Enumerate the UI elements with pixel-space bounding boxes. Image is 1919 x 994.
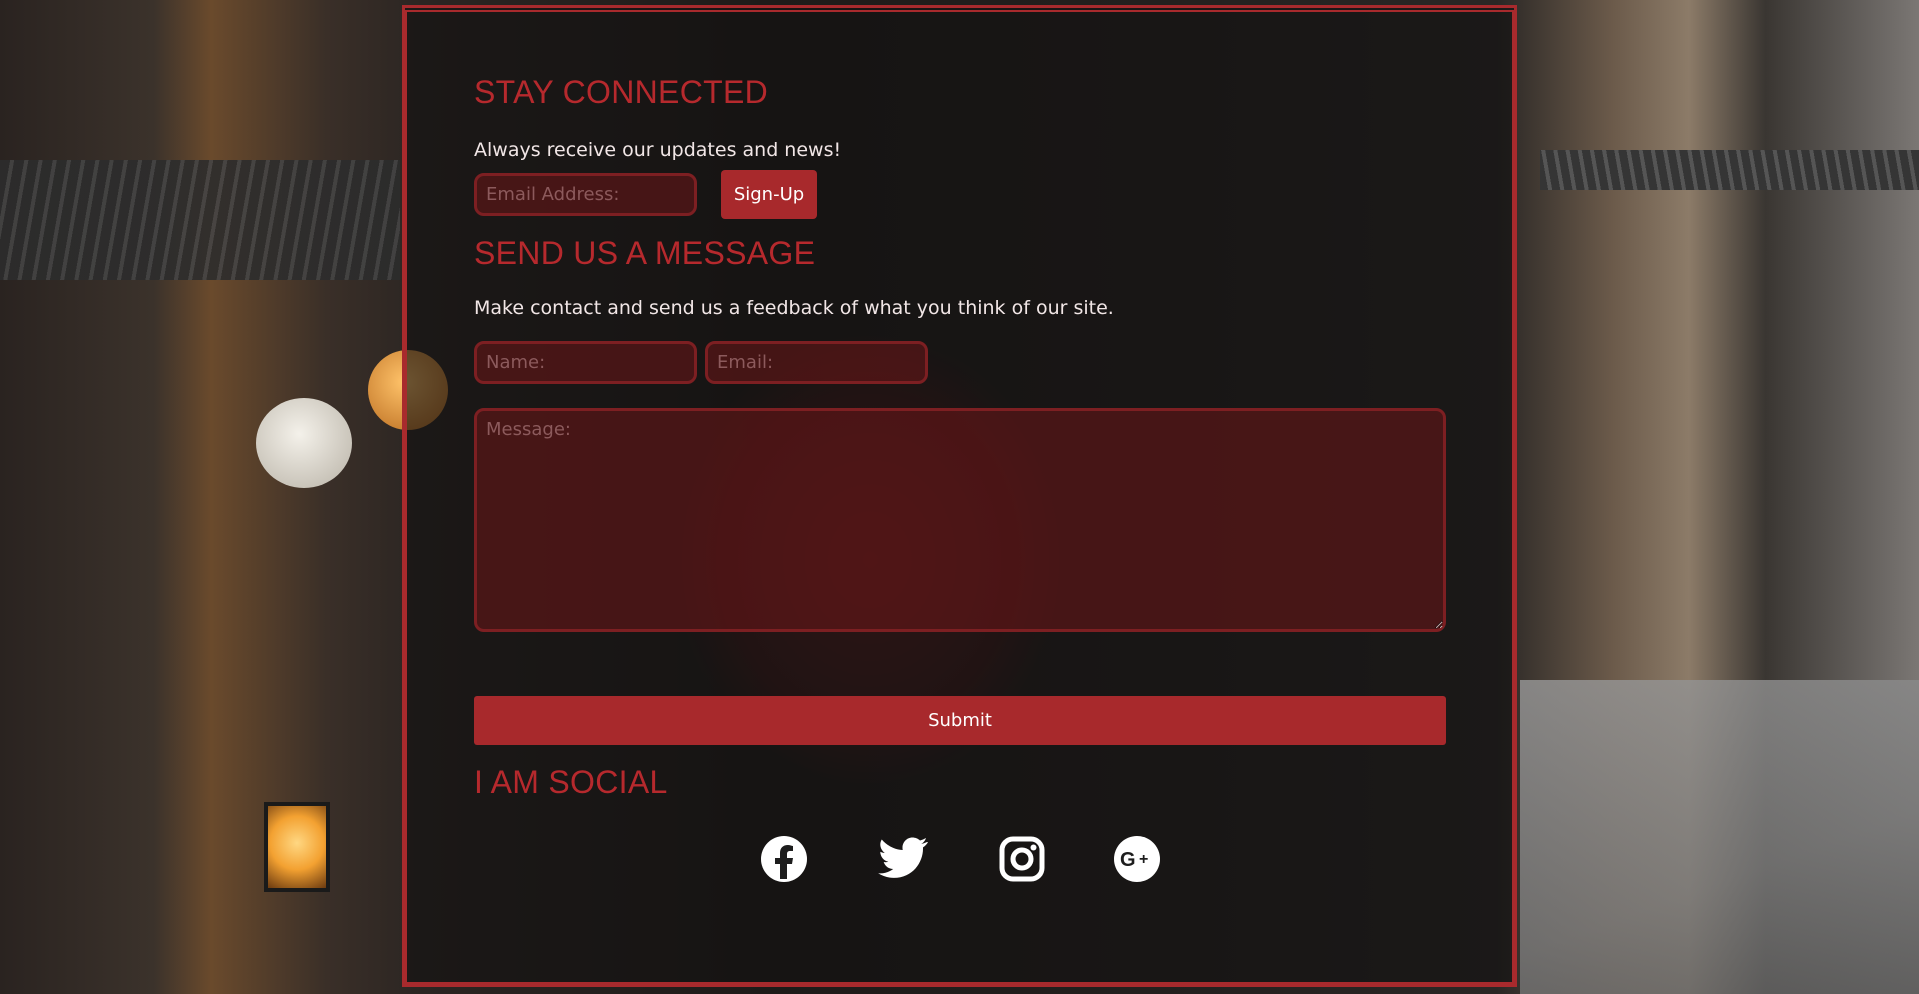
svg-text:+: + <box>1139 851 1148 868</box>
newsletter-description: Always receive our updates and news! <box>474 139 842 161</box>
instagram-icon[interactable] <box>997 834 1047 884</box>
signup-button[interactable]: Sign-Up <box>721 170 817 219</box>
background-pavement <box>1520 680 1919 994</box>
message-textarea[interactable] <box>474 408 1446 632</box>
background-floor-lantern <box>264 802 330 892</box>
contact-title: SEND US A MESSAGE <box>474 235 816 271</box>
svg-text:G: G <box>1120 849 1136 871</box>
google-plus-icon[interactable]: G + <box>1112 834 1162 884</box>
name-field[interactable] <box>474 341 697 384</box>
background-roof-left <box>0 160 400 280</box>
contact-description: Make contact and send us a feedback of w… <box>474 297 1114 319</box>
newsletter-title: STAY CONNECTED <box>474 74 769 110</box>
facebook-icon[interactable] <box>759 834 809 884</box>
submit-button[interactable]: Submit <box>474 696 1446 745</box>
newsletter-email-input[interactable] <box>474 173 697 216</box>
background-roof-right <box>1540 150 1919 190</box>
social-title: I AM SOCIAL <box>474 764 668 800</box>
background-lantern <box>256 398 352 488</box>
twitter-icon[interactable] <box>878 834 928 884</box>
email-field[interactable] <box>705 341 928 384</box>
